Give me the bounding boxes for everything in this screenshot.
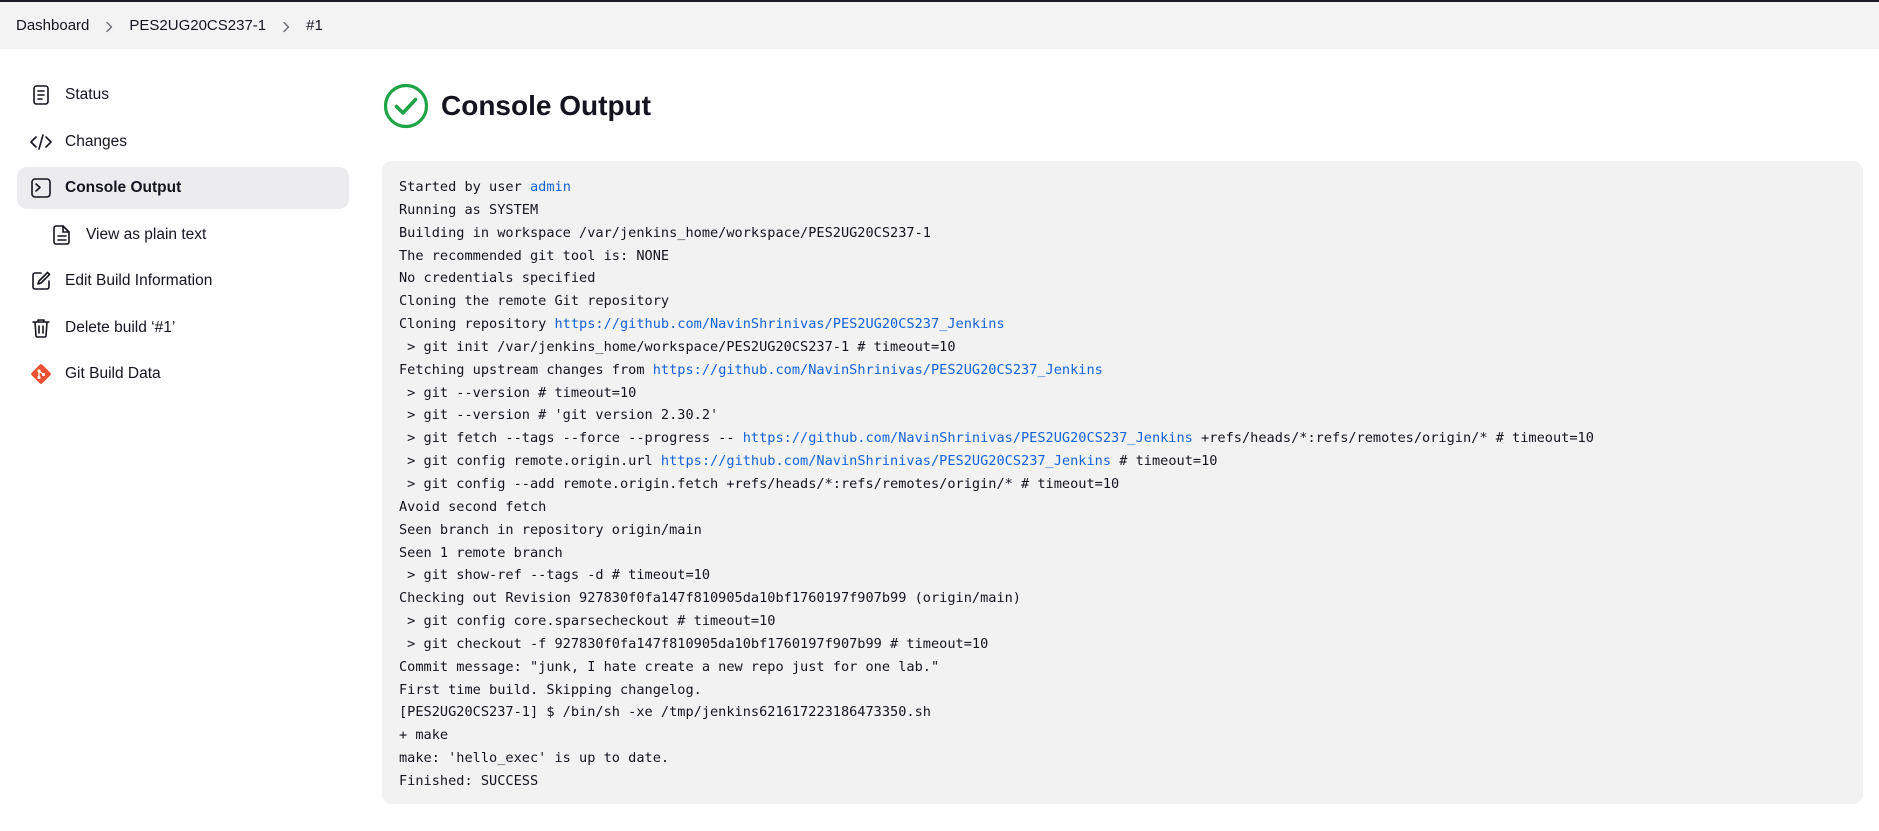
console-text: Cloning repository [399,316,555,333]
console-line: Seen 1 remote branch [399,542,1846,565]
console-output: Started by user admin Running as SYSTEM Bu… [382,161,1863,804]
console-link[interactable]: https://github.com/NavinShrinivas/PES2UG… [743,430,1193,446]
console-line: > git checkout -f 927830f0fa147f810905da… [399,633,1846,656]
console-text: No credentials specified [399,270,596,287]
document-icon [29,83,53,107]
console-text: make: 'hello_exec' is up to date. [399,750,670,767]
sidebar-item-plain-text[interactable]: View as plain text [17,214,349,256]
console-text: + make [399,727,449,744]
breadcrumb-job[interactable]: PES2UG20CS237-1 [129,17,266,34]
console-line: > git --version # 'git version 2.30.2' [399,404,1846,427]
console-text: Checking out Revision 927830f0fa147f8109… [399,590,1021,607]
console-line: Running as SYSTEM [399,199,1846,222]
breadcrumb-build[interactable]: #1 [306,17,323,34]
console-line: Fetching upstream changes from https://g… [399,359,1846,382]
console-line: > git fetch --tags --force --progress --… [399,427,1846,450]
console-lines: Started by user admin Running as SYSTEM Bu… [399,176,1846,793]
console-text: First time build. Skipping changelog. [399,681,702,698]
console-link[interactable]: https://github.com/NavinShrinivas/PES2UG… [653,362,1103,378]
console-line: > git show-ref --tags -d # timeout=10 [399,564,1846,587]
console-text: Fetching upstream changes from [399,361,653,378]
console-text: Seen branch in repository origin/main [399,521,702,538]
console-text: The recommended git tool is: NONE [399,247,670,264]
console-text: # timeout=10 [1111,453,1218,470]
sidebar-item-delete-build[interactable]: Delete build ‘#1’ [17,307,349,349]
page-header: Console Output [383,83,651,129]
console-text: Started by user [399,179,530,195]
console-line: Cloning repository https://github.com/Na… [399,313,1846,336]
console-text: > git init /var/jenkins_home/workspace/P… [399,338,956,355]
console-text: Running as SYSTEM [399,201,539,218]
console-line: > git init /var/jenkins_home/workspace/P… [399,336,1846,359]
console-line: First time build. Skipping changelog. [399,679,1846,702]
console-text: Finished: SUCCESS [399,772,539,789]
console-line: Cloning the remote Git repository [399,290,1846,313]
success-check-icon [383,83,429,129]
console-line: Avoid second fetch [399,496,1846,519]
code-icon [29,130,53,154]
console-line: Started by user admin [399,176,1846,199]
console-line: [PES2UG20CS237-1] $ /bin/sh -xe /tmp/jen… [399,701,1846,724]
console-text: Seen 1 remote branch [399,544,563,561]
console-text: > git config core.sparsecheckout # timeo… [399,613,776,630]
edit-icon [29,269,53,293]
console-link[interactable]: admin [530,179,571,195]
sidebar-item-console-output[interactable]: Console Output [17,167,349,209]
terminal-icon [29,176,53,200]
console-line: > git --version # timeout=10 [399,382,1846,405]
console-line: No credentials specified [399,267,1846,290]
console-text: > git config remote.origin.url [399,453,661,470]
sidebar-item-edit-build-info[interactable]: Edit Build Information [17,260,349,302]
console-text: > git --version # timeout=10 [399,384,637,401]
console-text: Commit message: "junk, I hate create a n… [399,658,940,675]
console-line: > git config core.sparsecheckout # timeo… [399,610,1846,633]
chevron-right-icon [101,18,117,34]
console-line: Seen branch in repository origin/main [399,519,1846,542]
sidebar-item-label: Edit Build Information [65,272,213,289]
console-line: Building in workspace /var/jenkins_home/… [399,222,1846,245]
console-line: Checking out Revision 927830f0fa147f8109… [399,587,1846,610]
sidebar-item-label: Git Build Data [65,365,161,382]
console-text: > git checkout -f 927830f0fa147f810905da… [399,635,989,652]
sidebar: Status Changes Console Output View as pl… [17,74,349,400]
console-link[interactable]: https://github.com/NavinShrinivas/PES2UG… [661,453,1111,469]
sidebar-item-changes[interactable]: Changes [17,121,349,163]
sidebar-item-git-build-data[interactable]: Git Build Data [17,353,349,395]
file-icon [50,223,74,247]
console-line: + make [399,724,1846,747]
chevron-right-icon [278,18,294,34]
sidebar-item-label: View as plain text [86,225,207,243]
breadcrumb: Dashboard PES2UG20CS237-1 #1 [0,2,1879,49]
git-icon [29,362,53,386]
console-line: > git config remote.origin.url https://g… [399,450,1846,473]
console-line: Commit message: "junk, I hate create a n… [399,656,1846,679]
console-text: Cloning the remote Git repository [399,293,670,310]
console-text: > git config --add remote.origin.fetch +… [399,475,1120,492]
console-line: make: 'hello_exec' is up to date. [399,747,1846,770]
sidebar-item-label: Status [65,86,109,103]
console-link[interactable]: https://github.com/NavinShrinivas/PES2UG… [555,316,1005,332]
sidebar-item-label: Delete build ‘#1’ [65,318,176,336]
console-text: > git show-ref --tags -d # timeout=10 [399,567,710,584]
console-text: > git fetch --tags --force --progress -- [399,430,743,447]
trash-icon [29,316,53,340]
console-line: Finished: SUCCESS [399,770,1846,793]
console-text: Avoid second fetch [399,498,547,515]
breadcrumb-dashboard[interactable]: Dashboard [16,17,89,34]
page-title: Console Output [441,90,651,121]
console-text: +refs/heads/*:refs/remotes/origin/* # ti… [1192,430,1594,447]
console-text: Building in workspace /var/jenkins_home/… [399,224,931,241]
console-line: > git config --add remote.origin.fetch +… [399,473,1846,496]
sidebar-item-label: Changes [65,132,128,150]
sidebar-item-label: Console Output [65,179,182,196]
sidebar-item-status[interactable]: Status [17,74,349,116]
console-text: > git --version # 'git version 2.30.2' [399,407,719,424]
console-text: [PES2UG20CS237-1] $ /bin/sh -xe /tmp/jen… [399,704,931,721]
console-line: The recommended git tool is: NONE [399,245,1846,268]
